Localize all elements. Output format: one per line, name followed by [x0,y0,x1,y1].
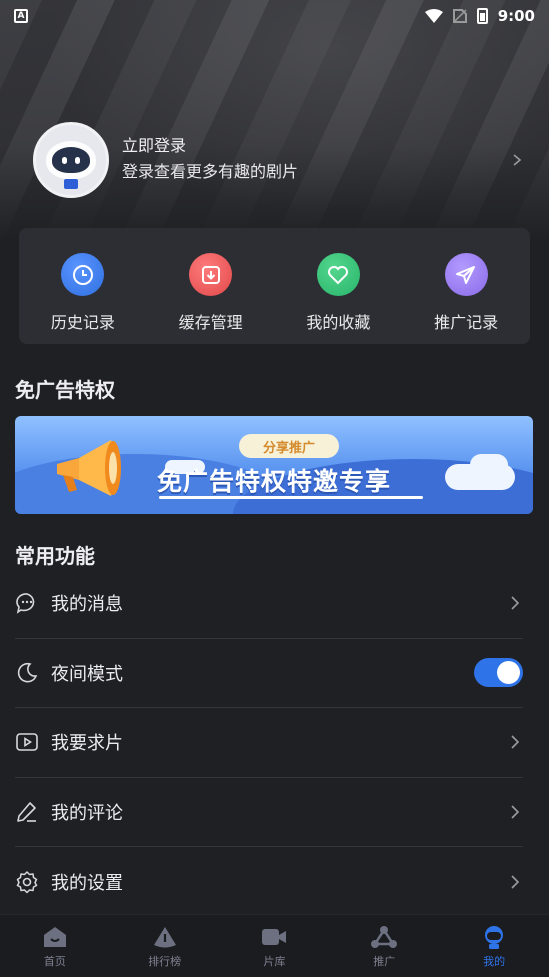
quick-action-favorites[interactable]: 我的收藏 [275,228,403,344]
quick-action-promotion[interactable]: 推广记录 [402,228,530,344]
message-icon [16,593,35,614]
wifi-icon [424,9,443,23]
login-subtitle: 登录查看更多有趣的剧片 [122,162,299,181]
share-icon [371,926,398,948]
quick-action-cache[interactable]: 缓存管理 [147,228,275,344]
video-request-icon [16,733,38,752]
menu-item-request-video[interactable]: 我要求片 [15,708,523,778]
status-time: 9:00 [497,7,535,25]
tab-label: 排行榜 [148,955,182,968]
tab-home[interactable]: 首页 [0,915,110,977]
tab-ranking[interactable]: 排行榜 [110,915,220,977]
history-icon [61,253,105,296]
tab-label: 我的 [483,955,506,968]
menu-item-comments[interactable]: 我的评论 [15,778,523,847]
menu-item-label: 我的评论 [51,802,123,824]
download-icon [189,253,233,296]
profile-icon [485,926,504,949]
login-entry[interactable]: 立即登录 登录查看更多有趣的剧片 [33,122,533,198]
tab-mine[interactable]: 我的 [439,915,549,977]
home-icon [43,927,66,947]
ranking-icon [153,927,176,948]
menu-item-night-mode: 夜间模式 [15,639,523,708]
quick-action-history[interactable]: 历史记录 [19,228,147,344]
chevron-right-icon [511,875,520,889]
menu-item-label: 我要求片 [51,733,123,755]
quick-action-label: 缓存管理 [178,313,243,332]
night-mode-toggle[interactable] [474,658,523,688]
common-functions-list: 我的消息 夜间模式 我要求片 我的评论 我的设置 [15,569,523,917]
ad-free-banner[interactable]: 分享推广 免广告特权特邀专享 [15,416,533,514]
login-label[interactable]: 立即登录 [122,134,511,158]
avatar[interactable] [33,122,109,198]
menu-item-settings[interactable]: 我的设置 [15,847,523,917]
quick-action-label: 我的收藏 [306,313,371,332]
menu-item-label: 我的消息 [51,594,123,616]
tab-label: 推广 [373,955,396,968]
video-library-icon [262,929,287,945]
notification-a-icon: A [14,9,28,23]
battery-icon [476,8,488,24]
bottom-tab-bar: 首页 排行榜 片库 推广 我的 [0,914,549,977]
banner-tag: 分享推广 [239,434,339,458]
tab-library[interactable]: 片库 [220,915,330,977]
pen-icon [17,801,36,822]
tab-label: 首页 [43,955,66,968]
moon-icon [17,662,38,683]
quick-actions-card: 历史记录 缓存管理 我的收藏 推广记录 [19,228,530,344]
tab-label: 片库 [263,955,286,968]
send-icon [444,253,488,296]
menu-item-label: 我的设置 [51,872,123,894]
chevron-right-icon [513,154,522,166]
chevron-right-icon [511,735,520,749]
chevron-right-icon [511,805,520,819]
astronaut-avatar-icon [46,141,96,179]
common-functions-title: 常用功能 [15,544,95,568]
header-background [0,0,549,242]
chevron-right-icon [511,596,520,610]
no-sim-icon [452,9,467,23]
ad-free-section-title: 免广告特权 [15,378,115,402]
status-bar: A 9:00 [0,0,549,32]
menu-item-messages[interactable]: 我的消息 [15,569,523,639]
banner-headline: 免广告特权特邀专享 [157,467,392,496]
megaphone-icon [57,440,121,496]
tab-promote[interactable]: 推广 [329,915,439,977]
menu-item-label: 夜间模式 [51,663,123,685]
heart-icon [316,253,360,296]
settings-icon [16,871,38,893]
quick-action-label: 历史记录 [50,313,115,332]
quick-action-label: 推广记录 [434,313,499,332]
